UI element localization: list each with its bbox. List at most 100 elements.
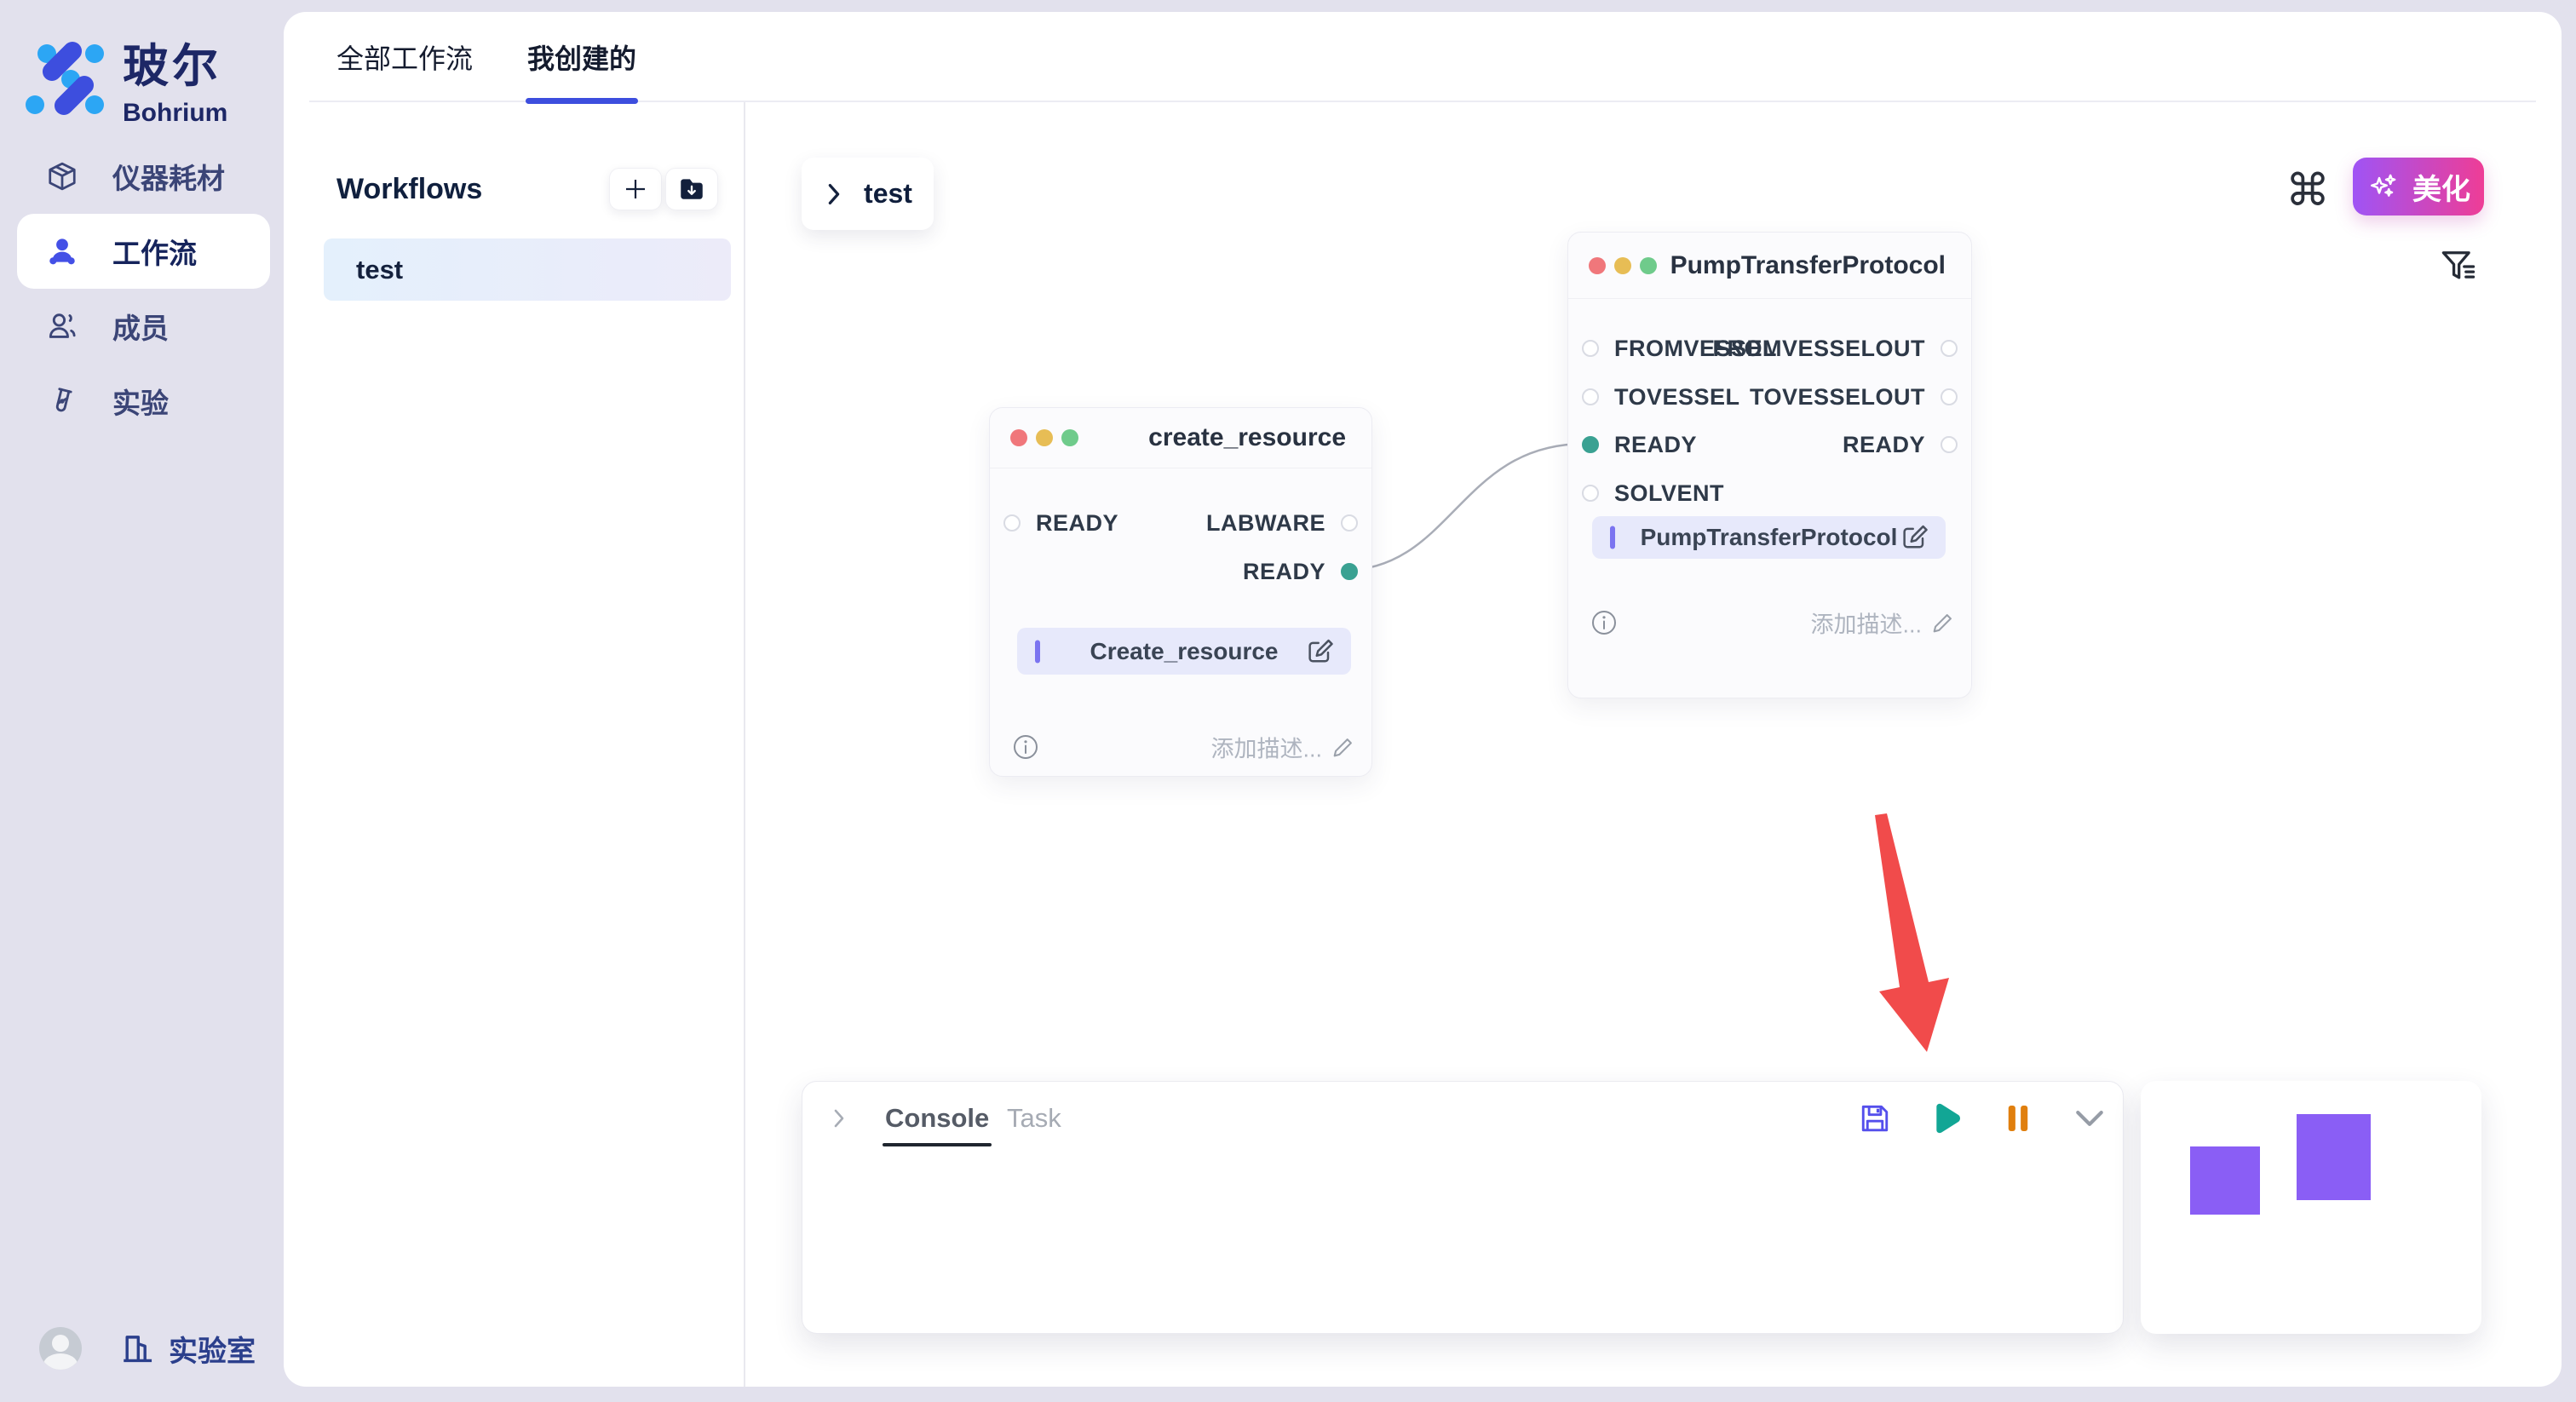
port-solvent-in[interactable]: SOLVENT bbox=[1582, 476, 1724, 510]
brand-logo[interactable]: 玻尔 Bohrium bbox=[26, 28, 227, 128]
building-icon bbox=[119, 1330, 155, 1366]
port-dot[interactable] bbox=[1582, 340, 1599, 357]
team-icon bbox=[46, 235, 78, 267]
port-label: SOLVENT bbox=[1614, 480, 1724, 507]
avatar[interactable] bbox=[39, 1327, 82, 1370]
port-label: FROMVESSELOUT bbox=[1712, 336, 1925, 362]
sidebar-item-members[interactable]: 成员 bbox=[0, 289, 284, 364]
sparkles-icon bbox=[2366, 170, 2401, 204]
save-icon bbox=[1858, 1101, 1892, 1135]
chevron-right-icon bbox=[823, 181, 845, 207]
workflow-item-name: test bbox=[356, 255, 403, 285]
port-ready-out[interactable]: READY bbox=[1843, 428, 1958, 462]
port-ready-in[interactable]: READY bbox=[1582, 428, 1697, 462]
minimap-node-pump-transfer bbox=[2297, 1114, 2371, 1200]
node-create-resource[interactable]: create_resource READY LABWARE READY bbox=[989, 407, 1372, 777]
run-button[interactable] bbox=[1927, 1099, 1966, 1138]
description-placeholder[interactable]: 添加描述... bbox=[1810, 606, 1922, 640]
port-dot[interactable] bbox=[1582, 388, 1599, 405]
lab-label: 实验室 bbox=[169, 1328, 256, 1370]
chevron-down-icon bbox=[2071, 1100, 2108, 1137]
tab-all-workflows[interactable]: 全部工作流 bbox=[336, 12, 473, 102]
port-dot-connected[interactable] bbox=[1341, 563, 1358, 580]
sidebar-item-instruments[interactable]: 仪器耗材 bbox=[0, 139, 284, 214]
dot-yellow-icon[interactable] bbox=[1614, 257, 1631, 274]
plus-icon bbox=[623, 176, 648, 202]
member-icon bbox=[46, 310, 78, 342]
beautify-label: 美化 bbox=[2412, 166, 2470, 208]
info-icon[interactable] bbox=[1012, 733, 1039, 761]
sidebar-item-label: 工作流 bbox=[112, 231, 197, 272]
collapse-panel-button[interactable] bbox=[2070, 1099, 2109, 1138]
pill-accent-bar bbox=[1035, 640, 1040, 663]
port-dot[interactable] bbox=[1941, 340, 1958, 357]
workflow-tabbar: 全部工作流 我创建的 bbox=[309, 12, 2536, 102]
pencil-icon[interactable] bbox=[1331, 734, 1356, 760]
port-dot[interactable] bbox=[1003, 514, 1021, 531]
workflows-title: Workflows bbox=[336, 173, 482, 206]
workflow-breadcrumb[interactable]: test bbox=[802, 158, 934, 230]
port-labware-out[interactable]: LABWARE bbox=[1206, 506, 1358, 540]
port-ready-in[interactable]: READY bbox=[1003, 506, 1118, 540]
dot-red-icon[interactable] bbox=[1010, 429, 1027, 446]
sidebar-footer: 实验室 bbox=[39, 1327, 256, 1370]
minimap[interactable] bbox=[2141, 1081, 2481, 1334]
pencil-icon[interactable] bbox=[1930, 610, 1956, 635]
node-function-pill[interactable]: Create_resource bbox=[1017, 628, 1351, 675]
port-tovessel-in[interactable]: TOVESSEL bbox=[1582, 380, 1740, 414]
pause-button[interactable] bbox=[1998, 1099, 2038, 1138]
port-dot[interactable] bbox=[1341, 514, 1358, 531]
sidebar: 玻尔 Bohrium 仪器耗材 工作流 bbox=[0, 0, 284, 1402]
pause-icon bbox=[2001, 1101, 2035, 1135]
sidebar-item-label: 成员 bbox=[112, 306, 169, 347]
chevron-right-icon[interactable] bbox=[828, 1107, 850, 1129]
sidebar-menu: 仪器耗材 工作流 成员 bbox=[0, 139, 284, 439]
dot-yellow-icon[interactable] bbox=[1036, 429, 1053, 446]
console-header: Console Task bbox=[802, 1094, 2123, 1148]
add-workflow-button[interactable] bbox=[609, 168, 662, 210]
port-tovesselout-out[interactable]: TOVESSELOUT bbox=[1750, 380, 1958, 414]
edit-icon[interactable] bbox=[1900, 522, 1930, 553]
import-folder-button[interactable] bbox=[665, 168, 718, 210]
sidebar-item-workflows[interactable]: 工作流 bbox=[17, 214, 270, 289]
port-label: TOVESSELOUT bbox=[1750, 384, 1925, 411]
port-label: READY bbox=[1243, 559, 1325, 585]
box-icon bbox=[46, 160, 78, 192]
node-pump-transfer-protocol[interactable]: PumpTransferProtocol FROMVESSEL FROMVESS… bbox=[1567, 232, 1972, 698]
port-fromvesselout-out[interactable]: FROMVESSELOUT bbox=[1712, 331, 1958, 365]
node-function-pill[interactable]: PumpTransferProtocol bbox=[1592, 516, 1946, 559]
traffic-dots bbox=[1010, 408, 1078, 468]
info-icon[interactable] bbox=[1590, 609, 1618, 636]
port-ready-out[interactable]: READY bbox=[1243, 554, 1358, 589]
port-label: READY bbox=[1036, 510, 1118, 537]
filter-icon[interactable] bbox=[2439, 247, 2478, 286]
port-dot-connected[interactable] bbox=[1582, 436, 1599, 453]
tab-task[interactable]: Task bbox=[1007, 1094, 1061, 1143]
node-title: PumpTransferProtocol bbox=[1670, 233, 1946, 298]
tab-my-created[interactable]: 我创建的 bbox=[527, 12, 636, 102]
flow-canvas[interactable]: test ⌘ 美化 bbox=[745, 102, 2562, 1387]
lab-switcher[interactable]: 实验室 bbox=[119, 1328, 256, 1370]
sidebar-item-experiments[interactable]: 实验 bbox=[0, 364, 284, 439]
edit-icon[interactable] bbox=[1305, 636, 1336, 667]
port-dot[interactable] bbox=[1941, 436, 1958, 453]
description-placeholder[interactable]: 添加描述... bbox=[1210, 731, 1322, 764]
port-label: READY bbox=[1614, 432, 1697, 458]
beautify-button[interactable]: 美化 bbox=[2353, 158, 2484, 215]
tab-console[interactable]: Console bbox=[885, 1094, 989, 1143]
port-dot[interactable] bbox=[1941, 388, 1958, 405]
console-panel: Console Task bbox=[802, 1081, 2124, 1334]
brand-name-en: Bohrium bbox=[123, 99, 227, 128]
dot-green-icon[interactable] bbox=[1640, 257, 1657, 274]
save-button[interactable] bbox=[1855, 1099, 1895, 1138]
dot-red-icon[interactable] bbox=[1589, 257, 1606, 274]
command-palette-icon[interactable]: ⌘ bbox=[2282, 165, 2333, 216]
workflow-list-item-test[interactable]: test bbox=[324, 238, 731, 301]
port-dot[interactable] bbox=[1582, 485, 1599, 502]
bohrium-workflow-app: 玻尔 Bohrium 仪器耗材 工作流 bbox=[0, 0, 2576, 1402]
pill-label: Create_resource bbox=[1017, 638, 1351, 665]
node-header: create_resource bbox=[990, 408, 1371, 468]
workflows-panel: Workflows test bbox=[284, 102, 745, 1387]
dot-green-icon[interactable] bbox=[1061, 429, 1078, 446]
experiment-icon bbox=[46, 385, 78, 417]
